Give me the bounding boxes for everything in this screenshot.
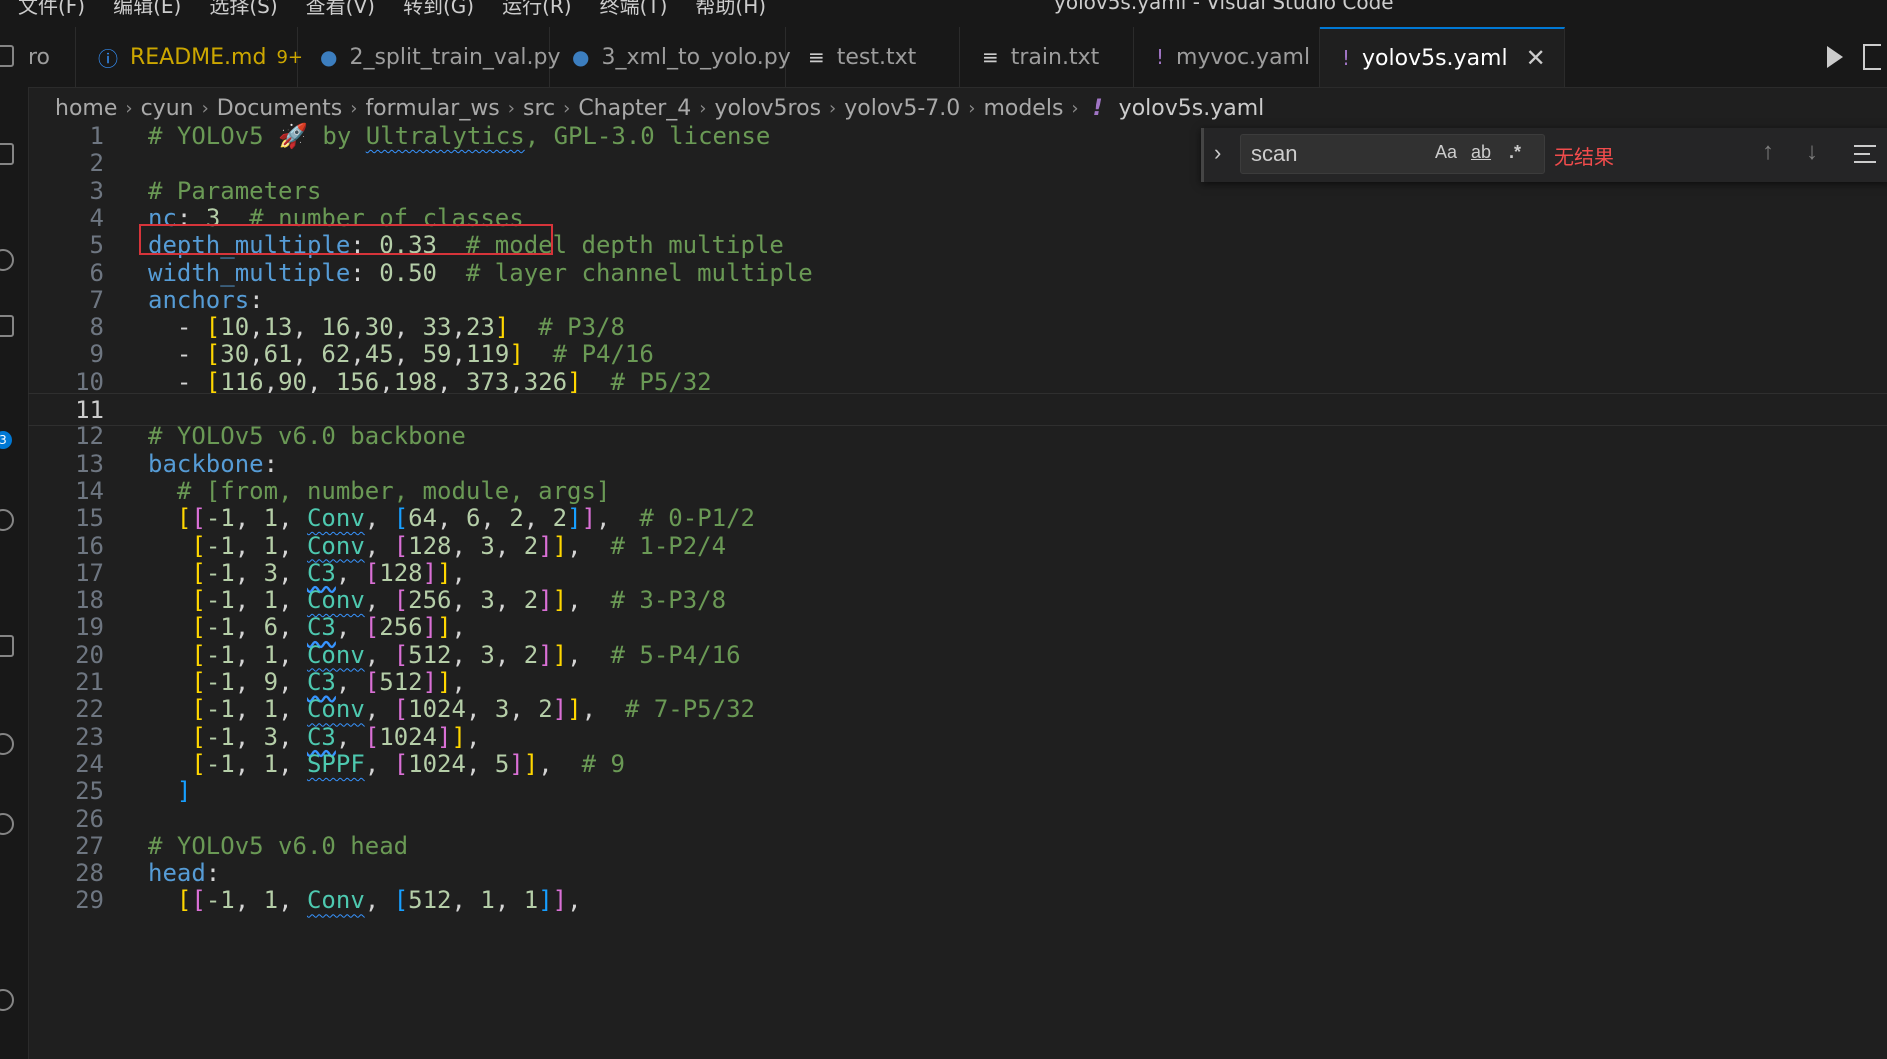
tab-label: 3_xml_to_yolo.py (601, 44, 791, 70)
breadcrumb-item[interactable]: src (523, 96, 555, 121)
tab-2-split-train-val-py[interactable]: ● 2_split_train_val.py (298, 27, 561, 87)
breadcrumb-item[interactable]: cyun (141, 96, 194, 121)
find-input[interactable]: scan Aa ab .* (1240, 134, 1545, 174)
extensions-icon[interactable] (0, 509, 14, 531)
breadcrumb-item[interactable]: Documents (217, 96, 342, 121)
remote-explorer-icon[interactable] (0, 635, 14, 657)
chevron-right-icon: › (968, 97, 976, 119)
find-in-selection-icon[interactable] (1854, 145, 1876, 169)
tab-label: train.txt (1010, 44, 1100, 70)
title-bar: 文件(F) 编辑(E) 选择(S) 查看(V) 转到(G) 运行(R) 终端(T) 帮助(H)… (0, 0, 1887, 27)
menu-item[interactable]: 查看(V) (306, 0, 375, 19)
whole-word-icon[interactable]: ab (1471, 142, 1491, 163)
tab-test-txt[interactable]: ≡ test.txt (786, 27, 960, 87)
split-editor-icon[interactable] (1863, 44, 1881, 70)
menu-item[interactable]: 编辑(E) (113, 0, 181, 19)
tab-label: yolov5s.yaml (1362, 45, 1508, 71)
info-icon: ⓘ (98, 46, 118, 71)
find-query: scan (1251, 141, 1298, 166)
run-debug-icon[interactable] (0, 315, 14, 337)
window-title: yolov5s.yaml - Visual Studio Code (1054, 0, 1394, 14)
tab-label: ro (28, 44, 51, 70)
breadcrumb-item[interactable]: yolov5-7.0 (844, 96, 960, 121)
search-icon[interactable] (0, 143, 14, 165)
chevron-right-icon: › (125, 97, 133, 119)
menu-item[interactable]: 转到(G) (403, 0, 474, 19)
source-control-icon[interactable] (0, 249, 14, 271)
tab-label: myvoc.yaml (1176, 44, 1311, 70)
code-line[interactable]: 29 [[-1, 1, Conv, [512, 1, 1]], (28, 884, 1887, 917)
menu-item[interactable]: 终端(T) (600, 0, 668, 19)
line-number: 29 (75, 886, 104, 915)
tab-train-txt[interactable]: ≡ train.txt (960, 27, 1134, 87)
chevron-right-icon: › (350, 97, 358, 119)
chevron-right-icon: › (201, 97, 209, 119)
find-widget: › scan Aa ab .* 无结果 ↑ ↓ (1201, 128, 1887, 182)
yaml-icon: ! (1156, 45, 1165, 69)
text-file-icon: ≡ (808, 45, 825, 69)
breadcrumb-item[interactable]: yolov5s.yaml (1119, 96, 1265, 121)
tab-ro[interactable]: ro (28, 27, 76, 87)
code-editor[interactable]: 1 # YOLOv5 🚀 by Ultralytics, GPL-3.0 lice… (28, 122, 1887, 1059)
toggle-replace-icon[interactable]: › (1214, 140, 1221, 166)
regex-icon[interactable]: .* (1509, 142, 1521, 163)
editor-actions (1813, 27, 1887, 87)
breadcrumb-item[interactable]: formular_ws (365, 96, 499, 121)
menu-item[interactable]: 帮助(H) (695, 0, 766, 19)
tab-yolov5s-yaml[interactable]: ! yolov5s.yaml ✕ (1320, 27, 1565, 87)
breadcrumb-item[interactable]: models (983, 96, 1063, 121)
explorer-icon[interactable] (0, 45, 14, 67)
code-text: [[-1, 1, Conv, [512, 1, 1]], (176, 886, 582, 915)
breadcrumb-item[interactable]: yolov5ros (714, 96, 821, 121)
python-icon: ● (320, 45, 338, 69)
chevron-right-icon: › (699, 97, 707, 119)
yaml-icon: ! (1092, 95, 1103, 121)
gear-icon[interactable] (0, 989, 14, 1011)
account-icon[interactable] (0, 813, 14, 835)
breadcrumb-item[interactable]: Chapter_4 (578, 96, 691, 121)
next-match-icon[interactable]: ↓ (1806, 138, 1818, 166)
menu-bar: 文件(F) 编辑(E) 选择(S) 查看(V) 转到(G) 运行(R) 终端(T) 帮助(H) (18, 0, 766, 19)
testing-icon[interactable] (0, 733, 14, 755)
menu-item[interactable]: 选择(S) (209, 0, 277, 19)
close-icon[interactable]: ✕ (1526, 44, 1546, 72)
editor-tab-bar: ro ⓘ README.md 9+ ● 2_split_train_val.py ● 3_xm… (28, 27, 1887, 88)
find-result-text: 无结果 (1554, 147, 1614, 169)
menu-item[interactable]: 文件(F) (18, 0, 85, 19)
breadcrumb-item[interactable]: home (55, 96, 117, 121)
chevron-right-icon: › (829, 97, 837, 119)
text-file-icon: ≡ (982, 45, 999, 69)
match-case-icon[interactable]: Aa (1435, 142, 1457, 163)
tab-myvoc-yaml[interactable]: ! myvoc.yaml (1134, 27, 1320, 87)
chevron-right-icon: › (563, 97, 571, 119)
tab-label: README.md (130, 44, 267, 70)
annotation-highlight-box (139, 224, 553, 255)
tab-readme-md[interactable]: ⓘ README.md 9+ (76, 27, 303, 87)
menu-item[interactable]: 运行(R) (502, 0, 572, 19)
tab-label: test.txt (836, 44, 917, 70)
chevron-right-icon: › (1071, 97, 1079, 119)
yaml-icon: ! (1342, 46, 1351, 70)
tab-label: 2_split_train_val.py (349, 44, 561, 70)
python-icon: ● (572, 45, 590, 69)
notification-badge: 3 (0, 431, 12, 449)
previous-match-icon[interactable]: ↑ (1762, 138, 1774, 166)
activity-bar: 3 (0, 27, 29, 1059)
tab-3-xml-to-yolo-py[interactable]: ● 3_xml_to_yolo.py (550, 27, 791, 87)
run-icon[interactable] (1827, 46, 1843, 68)
chevron-right-icon: › (507, 97, 515, 119)
